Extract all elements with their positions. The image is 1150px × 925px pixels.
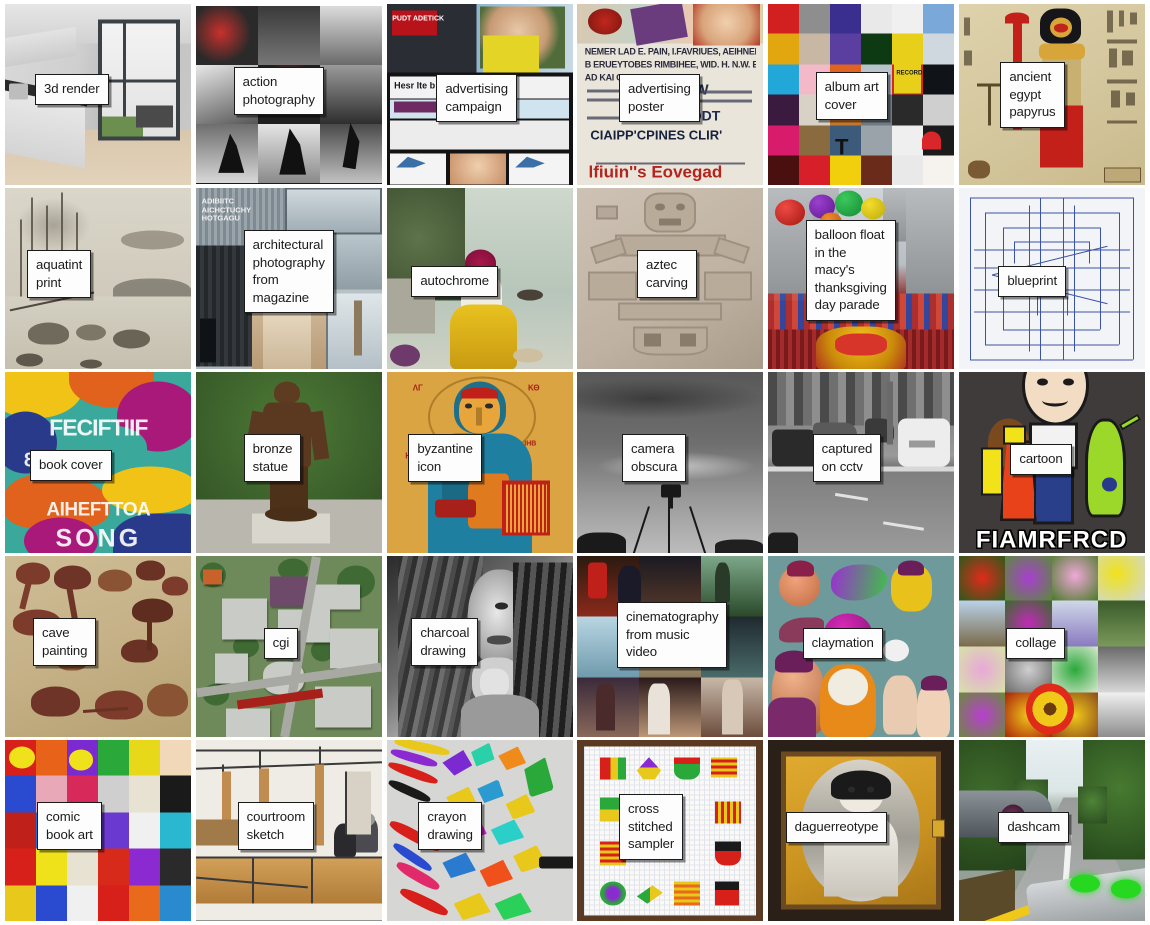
grid-cell-courtroom-sketch[interactable]: courtroom sketch <box>195 740 383 921</box>
label-crayon-drawing: crayon drawing <box>418 802 482 850</box>
label-advertising-campaign: advertising campaign <box>436 74 518 122</box>
label-cgi: cgi <box>263 628 299 659</box>
label-claymation: claymation <box>802 628 883 659</box>
grid-cell-architectural-photography[interactable]: ADIBIITC AICHCTUCHY HOTGAGU architectura… <box>195 188 383 369</box>
grid-cell-cross-stitched-sampler[interactable]: cross stitched sampler <box>577 740 764 921</box>
book-title-line-1: FECIFTIIF <box>49 414 148 441</box>
poster-footer: lfiuin''s Eovegad <box>588 162 723 182</box>
grid-cell-cinematography[interactable]: cinematography from music video <box>577 556 764 737</box>
label-comic-book-art: comic book art <box>37 802 102 850</box>
grid-cell-book-cover[interactable]: FECIFTIIF 8B AIHEFTTOA SONG book cover <box>5 372 192 553</box>
grid-cell-autochrome[interactable]: autochrome <box>386 188 573 369</box>
grid-cell-collage[interactable]: collage <box>958 556 1145 737</box>
label-dashcam: dashcam <box>998 812 1070 843</box>
poster-line-2: B ERUEYTOBES RIMBIHEE, WID. H. N.W. EWIA… <box>584 59 756 70</box>
grid-cell-byzantine-icon[interactable]: ΛΓ ΚΘ Η ΙΗΒ byzantine icon <box>386 372 573 553</box>
arch-sign-line-3: HOTGAGU <box>201 213 240 223</box>
album-text-t: T <box>834 134 849 160</box>
label-courtroom-sketch: courtroom sketch <box>237 802 315 850</box>
label-ancient-egypt-papyrus: ancient egypt papyrus <box>1000 62 1065 128</box>
grid-cell-cave-painting[interactable]: cave painting <box>5 556 192 737</box>
label-autochrome: autochrome <box>411 266 498 297</box>
grid-cell-charcoal-drawing[interactable]: charcoal drawing <box>386 556 573 737</box>
label-architectural-photography: architectural photography from magazine <box>243 230 334 313</box>
grid-cell-dashcam[interactable]: dashcam <box>958 740 1145 921</box>
grid-cell-captured-on-cctv[interactable]: captured on cctv <box>767 372 955 553</box>
grid-cell-action-photography[interactable]: action photography <box>195 4 383 185</box>
album-text-record: RECORD <box>896 70 923 77</box>
label-balloon-float: balloon float in the macy's thanksgiving… <box>805 220 896 321</box>
label-charcoal-drawing: charcoal drawing <box>411 618 479 666</box>
label-daguerreotype: daguerreotype <box>785 812 888 843</box>
grid-cell-ancient-egypt-papyrus[interactable]: ancient egypt papyrus <box>958 4 1145 185</box>
image-style-grid: 3d render action photography PUDT ADETIC… <box>0 0 1150 925</box>
label-camera-obscura: camera obscura <box>622 434 687 482</box>
grid-cell-comic-book-art[interactable]: comic book art <box>5 740 192 921</box>
grid-cell-advertising-campaign[interactable]: PUDT ADETICK Hesr lte b flow srodl adver… <box>386 4 573 185</box>
label-bronze-statue: bronze statue <box>243 434 302 482</box>
label-advertising-poster: advertising poster <box>619 74 700 122</box>
label-cross-stitched-sampler: cross stitched sampler <box>619 794 684 860</box>
grid-cell-aztec-carving[interactable]: aztec carving <box>577 188 764 369</box>
label-aquatint-print: aquatint print <box>27 250 92 298</box>
grid-cell-cgi[interactable]: cgi <box>195 556 383 737</box>
label-collage: collage <box>1006 628 1066 659</box>
label-captured-on-cctv: captured on cctv <box>812 434 882 482</box>
book-title-line-3: AIHEFTTOA <box>46 499 151 521</box>
label-album-art-cover: album art cover <box>815 72 888 120</box>
grid-cell-bronze-statue[interactable]: bronze statue <box>195 372 383 553</box>
poster-line-1: NEMER LAD E. PAIN, I.FAVRIUES, AEIHNENME… <box>584 46 756 57</box>
ad-badge-text: PUDT ADETICK <box>392 15 445 23</box>
grid-cell-claymation[interactable]: claymation <box>767 556 955 737</box>
poster-line-6: CIAIPP'CPINES CLIR' <box>590 127 723 143</box>
grid-cell-daguerreotype[interactable]: daguerreotype <box>767 740 955 921</box>
grid-cell-balloon-float[interactable]: balloon float in the macy's thanksgiving… <box>767 188 955 369</box>
label-cartoon: cartoon <box>1010 444 1072 475</box>
grid-cell-aquatint-print[interactable]: aquatint print <box>5 188 192 369</box>
label-byzantine-icon: byzantine icon <box>408 434 482 482</box>
book-title-line-4: SONG <box>55 524 142 553</box>
grid-cell-advertising-poster[interactable]: NEMER LAD E. PAIN, I.FAVRIUES, AEIHNENME… <box>577 4 764 185</box>
grid-cell-cartoon[interactable]: FIAMRFRCD cartoon <box>958 372 1145 553</box>
label-cave-painting: cave painting <box>33 618 97 666</box>
label-cinematography: cinematography from music video <box>617 602 728 668</box>
label-book-cover: book cover <box>30 450 112 481</box>
grid-cell-crayon-drawing[interactable]: crayon drawing <box>386 740 573 921</box>
grid-cell-blueprint[interactable]: blueprint <box>958 188 1145 369</box>
label-aztec-carving: aztec carving <box>637 250 697 298</box>
grid-cell-camera-obscura[interactable]: camera obscura <box>577 372 764 553</box>
label-blueprint: blueprint <box>998 266 1067 297</box>
cartoon-caption: FIAMRFRCD <box>975 526 1128 553</box>
label-3d-render: 3d render <box>35 74 109 105</box>
label-action-photography: action photography <box>233 67 324 115</box>
grid-cell-3d-render[interactable]: 3d render <box>5 4 192 185</box>
grid-cell-album-art-cover[interactable]: RECORD T album art cover <box>767 4 955 185</box>
